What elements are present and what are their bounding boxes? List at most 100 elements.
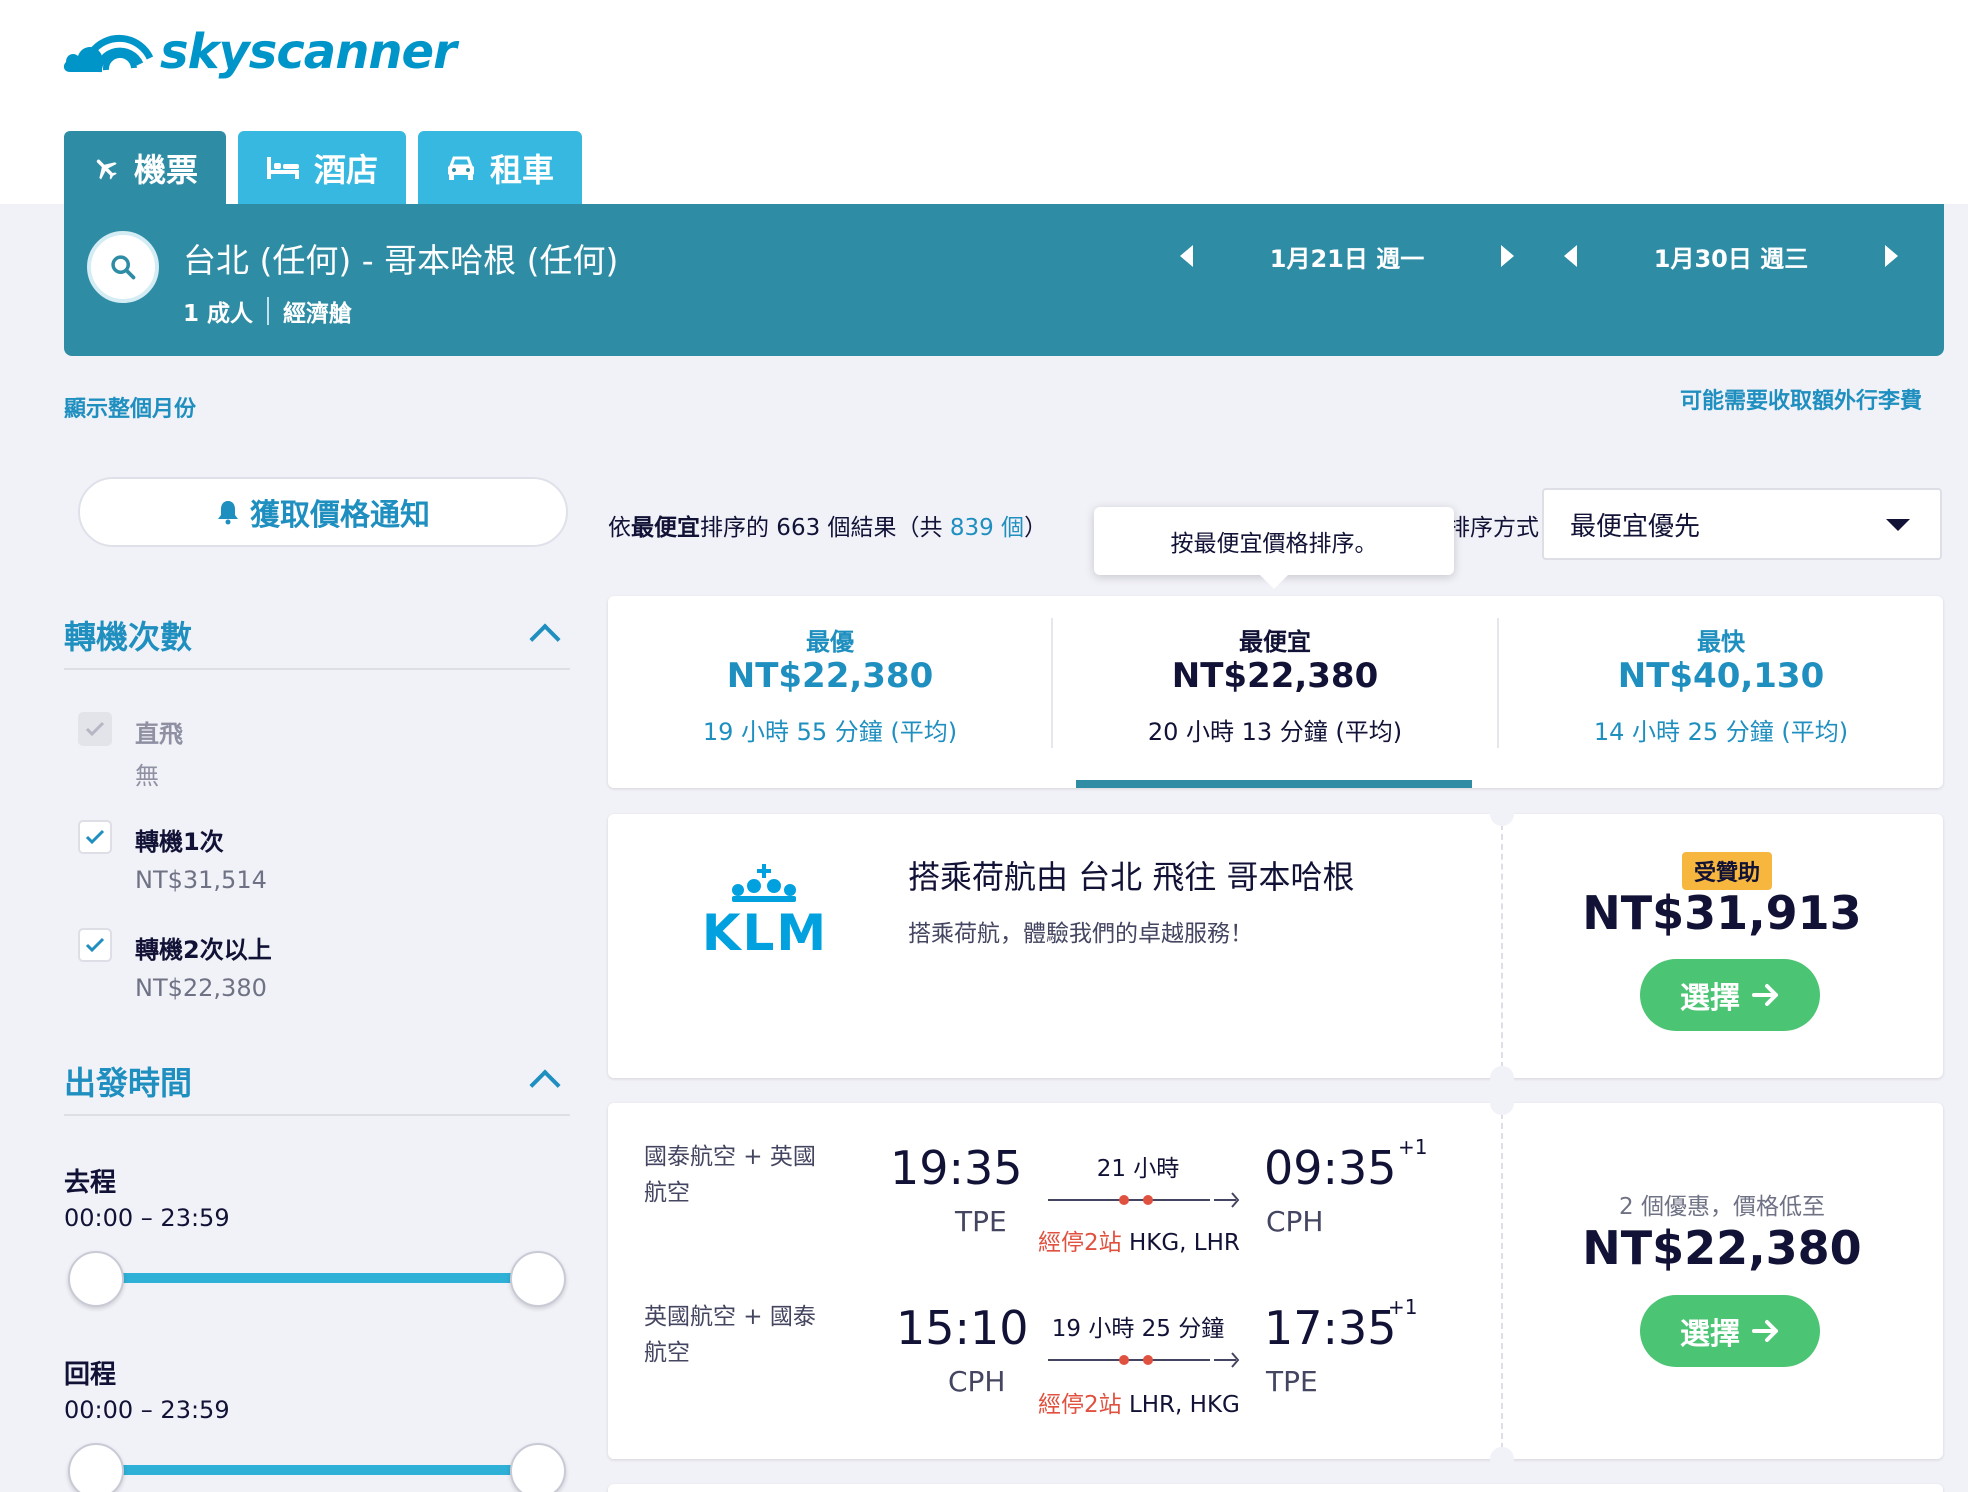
return-date[interactable]: 1月30日 週三 [1577, 239, 1885, 274]
return-duration: 19 小時 25 分鐘 [1051, 1316, 1225, 1342]
arrow-right-icon [1752, 1320, 1778, 1342]
return-slider-track[interactable] [94, 1465, 538, 1475]
one-stop-price: NT$31,514 [135, 866, 267, 894]
ad-select-button[interactable]: 選擇 [1640, 959, 1820, 1031]
itinerary-select-button[interactable]: 選擇 [1640, 1295, 1820, 1367]
outbound-duration: 21 小時 [1096, 1156, 1180, 1182]
depart-prev-day-icon[interactable] [1180, 245, 1193, 267]
tab-flights[interactable]: 機票 [64, 131, 227, 204]
return-route-line [1048, 1352, 1240, 1368]
two-plus-stops-checkbox[interactable] [78, 928, 112, 962]
two-plus-stops-label: 轉機2次以上 [135, 936, 272, 964]
passengers-text: 1 成人 [183, 301, 254, 327]
sort-value: 最便宜優先 [1570, 511, 1701, 542]
select-label: 選擇 [1680, 981, 1740, 1016]
cheapest-price: NT$22,380 [1171, 656, 1379, 696]
return-slider-min-handle[interactable] [68, 1443, 124, 1492]
outbound-dep-time: 19:35 [890, 1141, 1023, 1195]
return-next-day-icon[interactable] [1885, 245, 1898, 267]
return-label: 回程 [64, 1360, 117, 1390]
tab-cheapest[interactable]: 最便宜 NT$22,380 20 小時 13 分鐘 (平均) [1053, 596, 1497, 788]
outbound-slider-track[interactable] [94, 1273, 538, 1283]
return-prev-day-icon[interactable] [1564, 245, 1577, 267]
ticket-notch [1490, 1447, 1514, 1471]
one-stop-checkbox[interactable] [78, 820, 112, 854]
passenger-cabin[interactable]: 1 成人 經濟艙 [183, 294, 352, 328]
return-arr-airport: TPE [1266, 1365, 1318, 1398]
caret-down-icon [1886, 519, 1910, 531]
results-suffix: ） [1024, 515, 1048, 541]
tab-hotels-label: 酒店 [314, 150, 379, 189]
next-result-card[interactable] [608, 1484, 1943, 1492]
return-date-picker: 1月30日 週三 [1564, 234, 1898, 278]
divider [64, 1114, 570, 1116]
cheapest-title: 最便宜 [1239, 628, 1311, 656]
cheapest-duration: 20 小時 13 分鐘 (平均) [1147, 718, 1403, 746]
route-text[interactable]: 台北 (任何) - 哥本哈根 (任何) [183, 234, 618, 282]
outbound-arr-airport: CPH [1266, 1205, 1324, 1238]
outbound-slider-min-handle[interactable] [68, 1251, 124, 1307]
ad-subtitle: 搭乘荷航，體驗我們的卓越服務！ [908, 921, 1253, 947]
cabin-text: 經濟艙 [283, 301, 353, 327]
select-label: 選擇 [1680, 1317, 1740, 1352]
divider [64, 668, 570, 670]
direct-checkbox[interactable] [78, 712, 112, 746]
search-icon [111, 255, 136, 280]
fastest-price: NT$40,130 [1617, 656, 1825, 696]
departure-time-filter-title[interactable]: 出發時間 [64, 1058, 192, 1104]
sort-summary-tabs: 最優 NT$22,380 19 小時 55 分鐘 (平均) 最便宜 NT$22,… [608, 596, 1943, 788]
klm-logo: KLM [690, 864, 840, 964]
outbound-slider-max-handle[interactable] [510, 1251, 566, 1307]
price-alert-label: 獲取價格通知 [250, 498, 430, 533]
return-airline: 英國航空 + 國泰航空 [644, 1304, 816, 1366]
results-total-link[interactable]: 839 個 [950, 515, 1024, 541]
sort-label: 排序方式 [1447, 515, 1539, 541]
outbound-range: 00:00 – 23:59 [64, 1204, 230, 1232]
product-tabs: 機票 酒店 租車 [64, 131, 583, 204]
klm-wordmark: KLM [701, 904, 829, 962]
logo-text: skyscanner [160, 24, 457, 80]
return-stops-label: 經停2站 [1038, 1392, 1122, 1418]
check-icon [85, 937, 105, 953]
best-title: 最優 [806, 628, 854, 656]
price-alert-button[interactable]: 獲取價格通知 [78, 477, 568, 547]
ticket-notch [1490, 802, 1514, 826]
show-whole-month-link[interactable]: 顯示整個月份 [64, 391, 196, 423]
outbound-day-offset: +1 [1398, 1135, 1428, 1159]
sort-select[interactable]: 最便宜優先 [1542, 488, 1942, 560]
results-prefix: 依 [608, 515, 631, 541]
sponsored-card[interactable]: KLM 搭乘荷航由 台北 飛往 哥本哈根 搭乘荷航，體驗我們的卓越服務！ 受贊助… [608, 802, 1943, 1090]
fastest-duration: 14 小時 25 分鐘 (平均) [1593, 718, 1849, 746]
tab-hotels[interactable]: 酒店 [238, 131, 407, 204]
chevron-up-icon[interactable] [529, 1069, 561, 1101]
skyscanner-logo[interactable]: skyscanner [62, 22, 457, 82]
arrow-right-icon [1752, 984, 1778, 1006]
tab-fastest[interactable]: 最快 NT$40,130 14 小時 25 分鐘 (平均) [1499, 596, 1943, 788]
tab-car-hire-label: 租車 [490, 150, 555, 189]
itinerary-card[interactable]: 國泰航空 + 英國航空 19:35 TPE 21 小時 經停2站 HKG, LH… [608, 1091, 1943, 1471]
best-price: NT$22,380 [726, 656, 934, 696]
sort-tooltip: 按最便宜價格排序。 [1094, 507, 1454, 589]
tab-car-hire[interactable]: 租車 [418, 131, 583, 204]
chevron-up-icon[interactable] [529, 623, 561, 655]
baggage-fee-link[interactable]: 可能需要收取額外行李費 [1680, 383, 1922, 415]
stops-filter-title[interactable]: 轉機次數 [64, 612, 192, 658]
return-range: 00:00 – 23:59 [64, 1396, 230, 1424]
return-stops: 經停2站 LHR, HKG [1038, 1385, 1240, 1419]
return-slider-max-handle[interactable] [510, 1443, 566, 1492]
outbound-stops-label: 經停2站 [1038, 1230, 1122, 1256]
outbound-label: 去程 [64, 1168, 117, 1198]
depart-date[interactable]: 1月21日 週一 [1193, 239, 1501, 274]
outbound-arr-time: 09:35 [1264, 1141, 1397, 1195]
sponsored-badge: 受贊助 [1682, 852, 1773, 890]
edit-search-button[interactable] [87, 231, 159, 303]
ad-title: 搭乘荷航由 台北 飛往 哥本哈根 [908, 858, 1355, 896]
deals-count: 2 個優惠，價格低至 [1619, 1194, 1825, 1220]
outbound-stops: 經停2站 HKG, LHR [1038, 1223, 1240, 1257]
return-day-offset: +1 [1388, 1295, 1418, 1319]
outbound-dep-airport: TPE [955, 1205, 1007, 1238]
return-dep-time: 15:10 [896, 1301, 1029, 1355]
results-sort-word: 最便宜 [631, 515, 700, 541]
depart-next-day-icon[interactable] [1501, 245, 1514, 267]
tab-best[interactable]: 最優 NT$22,380 19 小時 55 分鐘 (平均) [608, 596, 1052, 788]
